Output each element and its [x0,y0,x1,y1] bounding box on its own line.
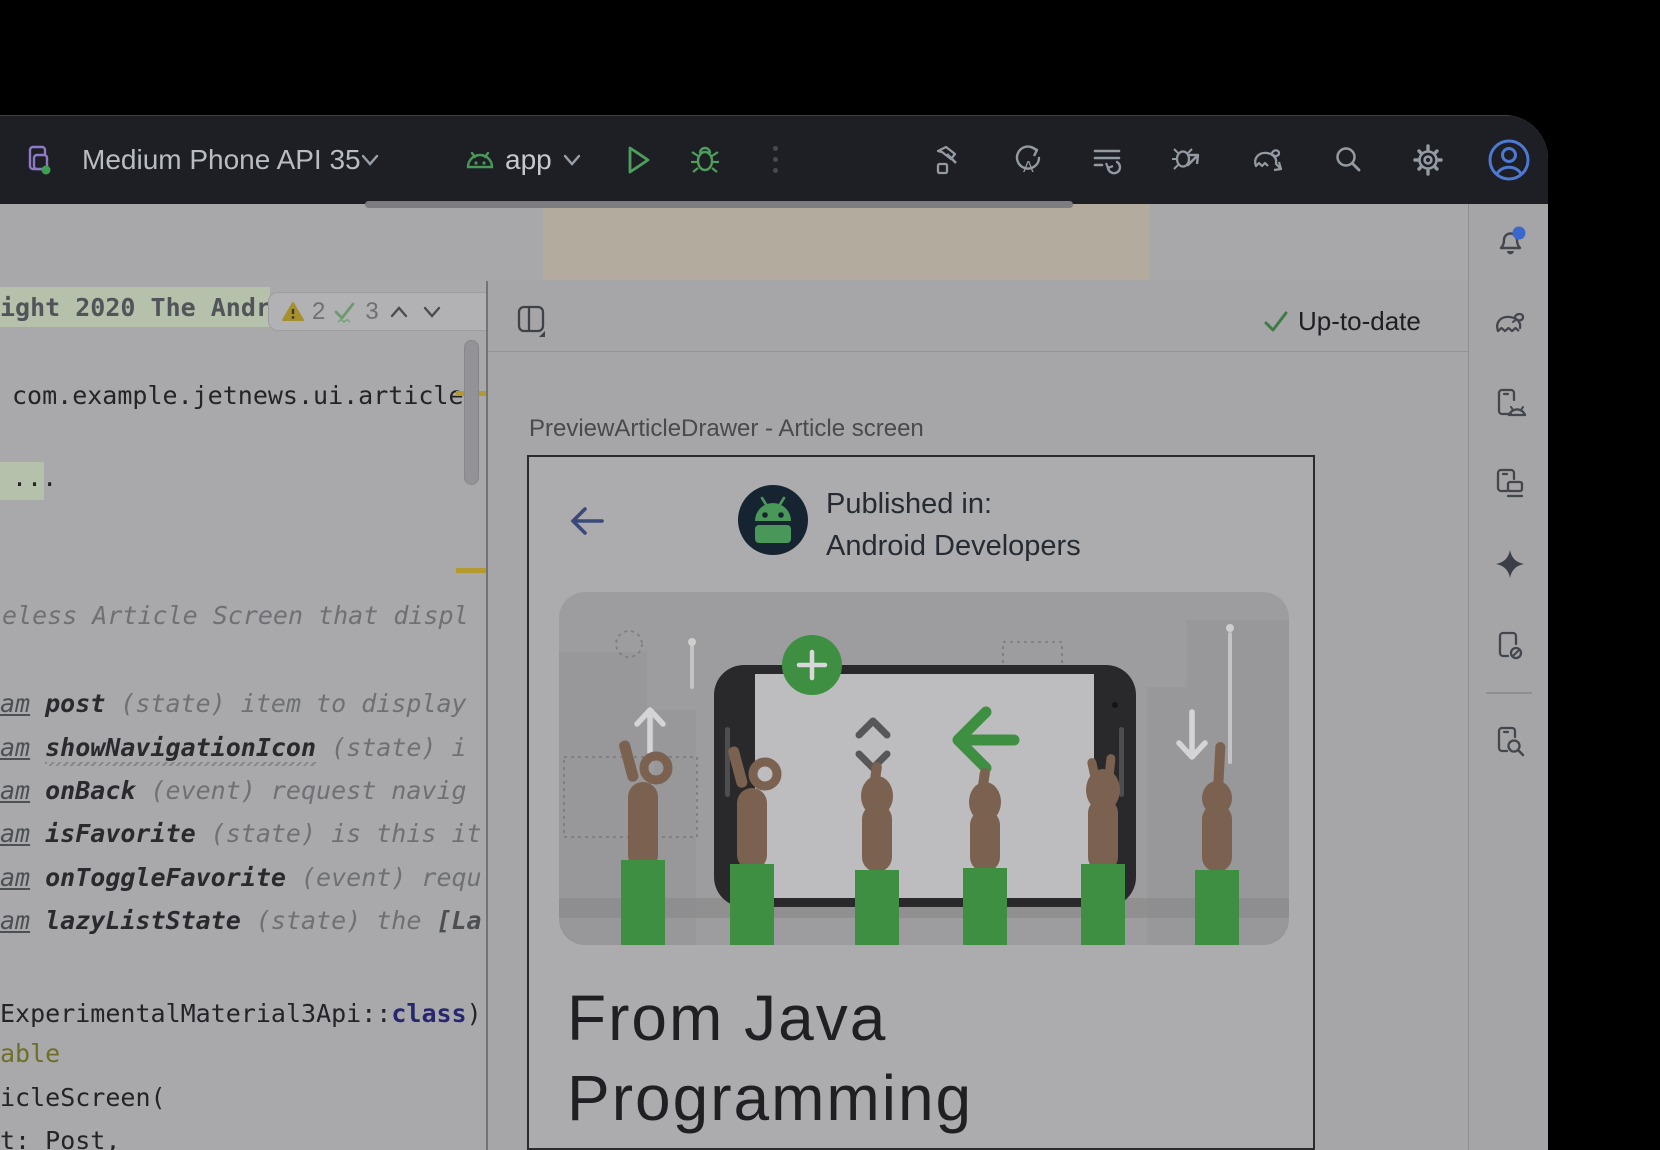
run-config-selector[interactable]: app [505,144,552,176]
running-devices-icon[interactable] [1493,387,1527,421]
code-line: amlazyListState (state) the [La [0,905,482,937]
sync-project-icon[interactable]: A [1011,142,1045,178]
editor-tab-bar: AppWidget.kt ArticleScreen.kt Builders.c… [0,204,1468,281]
code-line: ight 2020 The Andr [0,292,271,324]
warning-icon [281,300,305,324]
publisher-avatar [738,485,808,555]
code-line: ampost (state) item to display [0,688,467,720]
warning-count: 2 [312,298,325,326]
main-toolbar: Medium Phone API 35 app [0,115,1548,204]
typo-check-icon [332,299,358,325]
stripe-divider [1486,692,1532,694]
compose-preview-pane: Up-to-date PreviewArticleDrawer - Articl… [488,281,1468,1150]
code-line: t: Post, [0,1125,120,1150]
notifications-bell-icon[interactable] [1493,225,1527,259]
inactive-tabs-background [543,204,1150,280]
android-logo-icon [464,147,496,171]
preview-status: Up-to-date [1298,306,1421,337]
published-in-label: Published in: [826,488,992,521]
code-line: able [0,1038,60,1070]
article-title-line1: From Java [567,981,887,1055]
folded-region[interactable]: ... [12,462,57,494]
settings-gear-icon[interactable] [1410,141,1446,179]
uptodate-check-icon [1262,308,1290,336]
apply-changes-icon[interactable] [1090,142,1124,178]
code-line: amonBack (event) request navig [0,775,467,807]
tabstrip-scrollbar[interactable] [365,201,1073,208]
app-inspection-icon[interactable] [1493,725,1527,759]
debug-button[interactable] [688,142,722,176]
device-selector[interactable]: Medium Phone API 35 [82,144,361,176]
code-line: icleScreen( [0,1082,166,1114]
gradle-sync-icon[interactable] [1250,142,1286,178]
svg-text:A: A [1023,159,1034,176]
device-manager-icon[interactable] [1493,467,1527,501]
article-title-line2: Programming [567,1061,973,1135]
attach-debugger-icon[interactable] [1170,142,1204,178]
build-hammer-icon[interactable] [931,142,965,178]
editor-scrollbar-thumb[interactable] [464,340,479,485]
code-line: com.example.jetnews.ui.article [12,380,464,412]
gemini-sparkle-icon[interactable] [1493,547,1527,581]
article-hero-image [559,592,1289,945]
device-mirror-icon[interactable] [1493,629,1527,663]
article-preview-frame: Published in: Android Developers [527,455,1315,1150]
next-issue-chevron[interactable] [419,302,445,322]
toolbar-more-kebab[interactable] [773,146,778,151]
typo-count: 3 [365,298,378,326]
code-line: amshowNavigationIcon (state) i [0,732,467,764]
back-arrow-icon [568,505,606,537]
device-phone-icon [27,145,51,175]
warning-stripe-mark[interactable] [456,568,486,573]
code-line: amonToggleFavorite (event) requ [0,862,482,894]
preview-name-label[interactable]: PreviewArticleDrawer - Article screen [529,415,924,443]
run-button[interactable] [622,142,654,178]
profile-avatar[interactable] [1487,138,1531,182]
ide-window: Medium Phone API 35 app [0,115,1548,1150]
publisher-name: Android Developers [826,530,1081,563]
code-line: eless Article Screen that displ [2,600,469,632]
code-line: ExperimentalMaterial3Api::class) [0,998,482,1030]
prev-issue-chevron[interactable] [386,302,412,322]
tool-window-stripe [1468,204,1548,1150]
chevron-down-icon[interactable] [562,153,582,167]
chevron-down-icon[interactable] [360,153,380,167]
code-editor[interactable]: ight 2020 The Andr 2 3 com.example.jetne… [0,281,486,1150]
inspections-widget[interactable]: 2 3 [268,292,486,331]
typo-squiggle [45,762,317,766]
preview-toolbar-border [488,351,1468,352]
code-line: amisFavorite (state) is this it [0,818,482,850]
search-icon[interactable] [1331,142,1365,178]
gradle-elephant-icon[interactable] [1493,306,1527,340]
preview-layout-icon[interactable] [515,304,549,338]
